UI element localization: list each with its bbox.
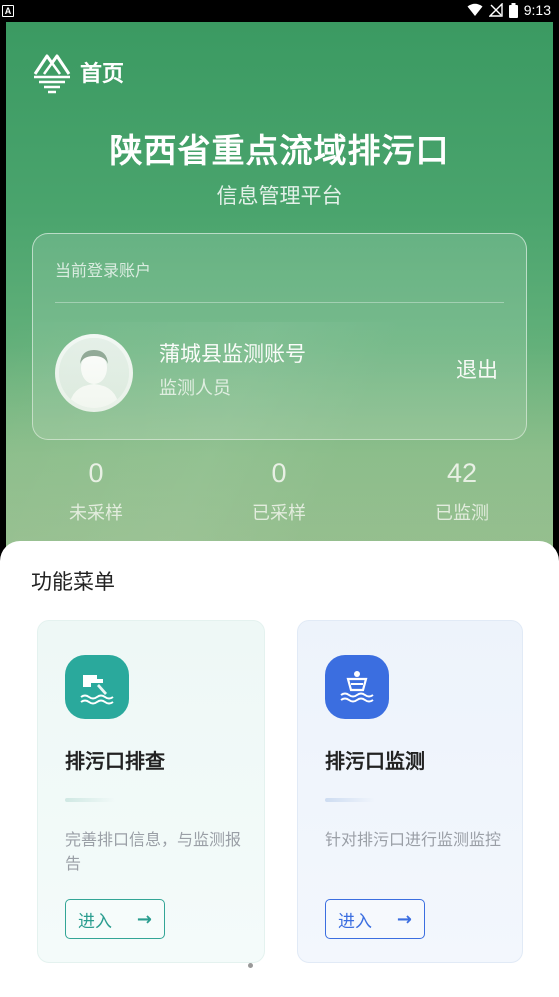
account-name: 蒲城县监测账号: [159, 342, 306, 366]
status-time: 9:13: [523, 2, 551, 18]
page-title: 陕西省重点流域排污口: [109, 131, 450, 170]
card-accent-line: [325, 798, 375, 802]
account-label: 当前登录账户: [55, 261, 152, 280]
divider: [55, 302, 504, 303]
card-description: 针对排污口进行监测监控: [325, 830, 502, 849]
stat-value: 0: [271, 458, 287, 488]
menu-card-outfall-monitoring[interactable]: 排污口监测 针对排污口进行监测监控 进入 →: [297, 620, 523, 963]
status-bar: A 9:13: [0, 0, 559, 24]
nav-title: 首页: [80, 62, 125, 87]
account-role: 监测人员: [159, 378, 231, 399]
stat-sampled[interactable]: 0 已采样: [219, 458, 339, 525]
card-title: 排污口排查: [65, 749, 165, 773]
wifi-icon: [467, 3, 483, 16]
stat-label: 已采样: [252, 503, 306, 524]
enter-button[interactable]: 进入 →: [325, 899, 425, 939]
stat-label: 未采样: [69, 503, 123, 524]
menu-title: 功能菜单: [31, 570, 115, 594]
stat-label: 已监测: [435, 503, 489, 524]
enter-button[interactable]: 进入 →: [65, 899, 165, 939]
stat-monitored[interactable]: 42 已监测: [402, 458, 522, 525]
card-title: 排污口监测: [325, 749, 425, 773]
logout-button[interactable]: 退出: [456, 354, 498, 384]
avatar: [55, 334, 133, 412]
stat-unsampled[interactable]: 0 未采样: [36, 458, 156, 525]
card-description: 完善排口信息，与监测报告: [65, 830, 242, 873]
arrow-right-icon: →: [396, 908, 412, 930]
header-banner: 首页 陕西省重点流域排污口 信息管理平台 当前登录账户 蒲城县监测账号 监测人员…: [6, 22, 553, 562]
function-menu: 功能菜单 排污口排查 完善排口信息，与监测报告 进入 → 排污口监测 针对排污口…: [0, 541, 559, 997]
battery-icon: [508, 2, 518, 18]
account-card: 当前登录账户 蒲城县监测账号 监测人员 退出: [32, 233, 527, 440]
stats-row: 0 未采样 0 已采样 42 已监测: [6, 458, 553, 538]
page-subtitle: 信息管理平台: [216, 184, 343, 208]
arrow-right-icon: →: [136, 908, 152, 930]
enter-button-label: 进入: [338, 911, 372, 932]
mountain-logo-icon: [33, 54, 71, 94]
stat-value: 0: [88, 458, 104, 488]
user-avatar-icon: [59, 338, 129, 408]
page-indicator: [248, 963, 253, 968]
enter-button-label: 进入: [78, 911, 112, 932]
signal-off-icon: [488, 3, 503, 17]
status-icons: 9:13: [467, 2, 551, 18]
stat-value: 42: [446, 458, 478, 488]
buoy-monitor-icon: [325, 655, 389, 719]
outfall-pipe-icon: [65, 655, 129, 719]
card-accent-line: [65, 798, 115, 802]
menu-card-outfall-inspection[interactable]: 排污口排查 完善排口信息，与监测报告 进入 →: [37, 620, 265, 963]
notification-icon: A: [2, 5, 14, 17]
top-nav: 首页: [32, 50, 124, 94]
